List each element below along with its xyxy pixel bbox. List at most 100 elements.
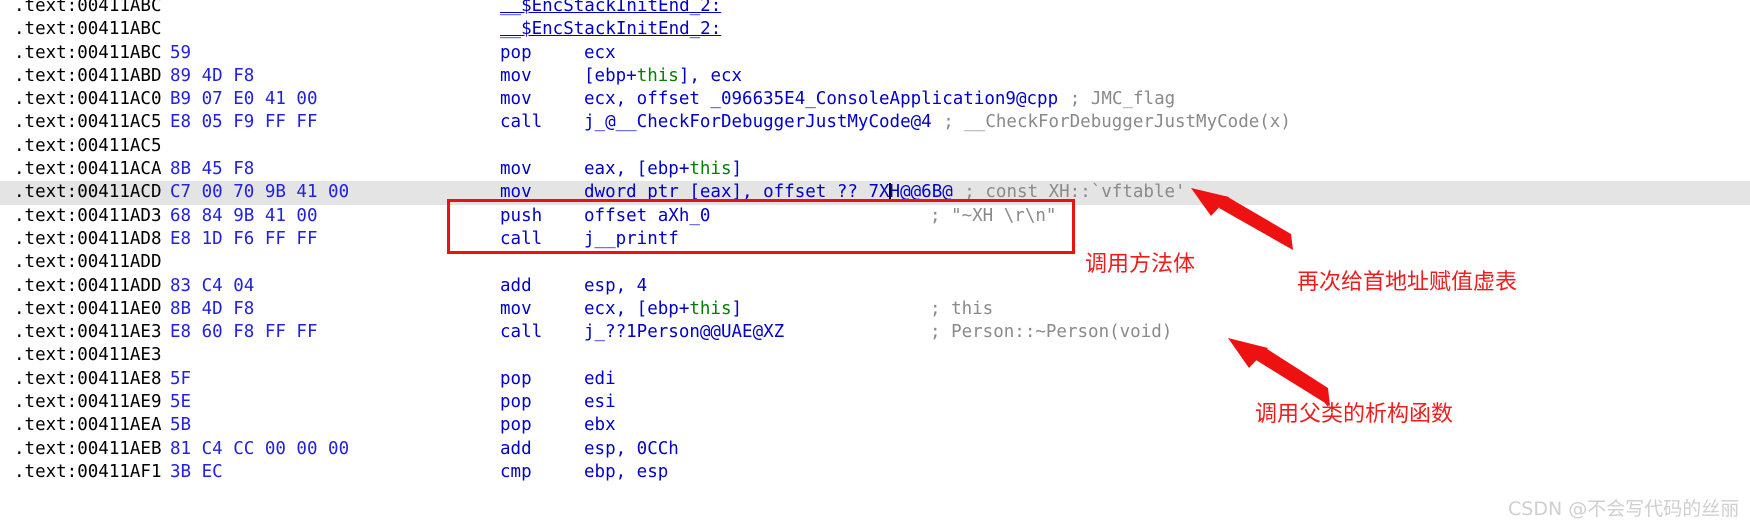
row-address: .text:00411AE0 <box>14 298 162 319</box>
row-bytes: 89 4D F8 <box>170 65 255 86</box>
row-mnemonic: cmp <box>500 461 532 482</box>
row-address: .text:00411AE9 <box>14 392 162 413</box>
row-bytes: 8B 4D F8 <box>170 298 255 319</box>
row-address: .text:00411AC5 <box>14 112 162 133</box>
row-operands[interactable]: j_@__CheckForDebuggerJustMyCode@4 <box>584 111 932 134</box>
disasm-row[interactable]: .text:00411AE8 5F pop edi <box>0 368 1750 391</box>
row-address: .text:00411ABD <box>14 65 162 86</box>
row-operands[interactable]: esi <box>584 391 616 414</box>
row-operands[interactable]: j__printf <box>584 228 679 251</box>
row-comment: ; JMC_flag <box>1069 89 1176 110</box>
row-operands[interactable]: ecx <box>584 42 616 65</box>
disasm-row[interactable]: .text:00411AE0 8B 4D F8 mov ecx, [ebp+this]… <box>0 298 1750 321</box>
row-comment: ; const XH::`vftable' <box>964 182 1186 203</box>
row-address: .text:00411AC5 <box>14 135 162 156</box>
row-address: .text:00411AC0 <box>14 89 162 110</box>
row-mnemonic: call <box>500 322 543 343</box>
row-operands[interactable]: eax, [ebp+this] <box>584 158 742 181</box>
disasm-row[interactable]: .text:00411AE3 E8 60 F8 FF FF call j_??1Per… <box>0 321 1750 344</box>
row-bytes: 5F <box>170 368 192 389</box>
row-operands[interactable]: ecx, offset _096635E4_ConsoleApplication… <box>584 88 1058 111</box>
row-address: .text:00411ACD <box>14 182 162 203</box>
row-mnemonic: call <box>500 228 543 249</box>
row-address: .text:00411ABC <box>14 42 162 63</box>
row-address: .text:00411ABC <box>14 19 162 40</box>
row-mnemonic: mov <box>500 182 532 203</box>
row-mnemonic: mov <box>500 298 532 319</box>
row-bytes: 81 C4 CC 00 00 00 <box>170 438 350 459</box>
disasm-row[interactable]: .text:00411ABC __$EncStackInitEnd_2: <box>0 0 1750 18</box>
row-bytes: 3B EC <box>170 461 223 482</box>
row-operands[interactable]: dword ptr [eax], offset ??_7XH@@6B@ <box>584 181 953 204</box>
row-operands[interactable]: ecx, [ebp+this] <box>584 298 742 321</box>
row-bytes: E8 05 F9 FF FF <box>170 112 318 133</box>
row-operands[interactable]: ebx <box>584 414 616 437</box>
disasm-row[interactable]: .text:00411ADD 83 C4 04 add esp, 4 <box>0 275 1750 298</box>
row-comment: ; this <box>930 298 994 319</box>
row-address: .text:00411ABC <box>14 0 162 16</box>
disassembly-listing[interactable]: .text:00411ABC __$EncStackInitEnd_2: .text… <box>0 0 1750 531</box>
row-address: .text:00411AD8 <box>14 228 162 249</box>
disasm-row[interactable]: .text:00411AEB 81 C4 CC 00 00 00 add esp, 0… <box>0 438 1750 461</box>
row-label[interactable]: __$EncStackInitEnd_2: <box>500 0 721 18</box>
row-address: .text:00411AF1 <box>14 461 162 482</box>
row-operands[interactable]: j_??1Person@@UAE@XZ <box>584 321 784 344</box>
disasm-row[interactable]: .text:00411AC5 E8 05 F9 FF FF call j_@__Che… <box>0 111 1750 134</box>
row-mnemonic: add <box>500 438 532 459</box>
text-cursor <box>888 183 891 201</box>
disasm-row[interactable]: .text:00411AD8 E8 1D F6 FF FF call j__print… <box>0 228 1750 251</box>
row-address: .text:00411ADD <box>14 275 162 296</box>
row-mnemonic: push <box>500 205 543 226</box>
row-mnemonic: pop <box>500 415 532 436</box>
row-bytes: 5E <box>170 392 192 413</box>
row-bytes: C7 00 70 9B 41 00 <box>170 182 350 203</box>
row-bytes: 68 84 9B 41 00 <box>170 205 318 226</box>
operand-keyword: this <box>689 298 732 319</box>
row-operands[interactable]: esp, 4 <box>584 275 647 298</box>
disasm-row[interactable]: .text:00411AF1 3B EC cmp ebp, esp <box>0 461 1750 484</box>
disasm-row[interactable]: .text:00411AC0 B9 07 E0 41 00 mov ecx, offs… <box>0 88 1750 111</box>
disasm-row[interactable]: .text:00411ABC __$EncStackInitEnd_2: <box>0 18 1750 41</box>
row-operands[interactable]: [ebp+this], ecx <box>584 65 742 88</box>
row-operands[interactable]: offset aXh_0 <box>584 205 710 228</box>
row-operands[interactable]: edi <box>584 368 616 391</box>
row-mnemonic: add <box>500 275 532 296</box>
row-bytes: E8 1D F6 FF FF <box>170 228 318 249</box>
row-mnemonic: mov <box>500 89 532 110</box>
row-label[interactable]: __$EncStackInitEnd_2: <box>500 18 721 41</box>
row-address: .text:00411AE3 <box>14 345 162 366</box>
row-mnemonic: mov <box>500 65 532 86</box>
disasm-row[interactable]: .text:00411ACA 8B 45 F8 mov eax, [ebp+this] <box>0 158 1750 181</box>
disasm-row[interactable]: .text:00411ABC 59 pop ecx <box>0 42 1750 65</box>
row-comment: ; Person::~Person(void) <box>930 322 1173 343</box>
disasm-row[interactable]: .text:00411ACD C7 00 70 9B 41 00 mov dword … <box>0 181 1750 205</box>
row-bytes: 5B <box>170 415 192 436</box>
disasm-row[interactable]: .text:00411ABD 89 4D F8 mov [ebp+this], ecx <box>0 65 1750 88</box>
row-address: .text:00411ACA <box>14 159 162 180</box>
disasm-row[interactable]: .text:00411AEA 5B pop ebx <box>0 414 1750 437</box>
row-address: .text:00411AE3 <box>14 322 162 343</box>
row-mnemonic: pop <box>500 368 532 389</box>
row-comment: ; __CheckForDebuggerJustMyCode(x) <box>943 112 1291 133</box>
disasm-row[interactable]: .text:00411AC5 <box>0 135 1750 158</box>
row-address: .text:00411AD3 <box>14 205 162 226</box>
operand-keyword: this <box>689 159 732 180</box>
row-address: .text:00411ADD <box>14 252 162 273</box>
row-bytes: 8B 45 F8 <box>170 159 255 180</box>
row-mnemonic: call <box>500 112 543 133</box>
disasm-row[interactable]: .text:00411AE3 <box>0 344 1750 367</box>
disasm-row[interactable]: .text:00411AE9 5E pop esi <box>0 391 1750 414</box>
row-operands[interactable]: ebp, esp <box>584 461 668 484</box>
row-bytes: 83 C4 04 <box>170 275 255 296</box>
row-mnemonic: pop <box>500 392 532 413</box>
row-bytes: E8 60 F8 FF FF <box>170 322 318 343</box>
disasm-row[interactable]: .text:00411ADD <box>0 251 1750 274</box>
operand-keyword: this <box>636 65 679 86</box>
row-operands[interactable]: esp, 0CCh <box>584 438 679 461</box>
disasm-row[interactable]: .text:00411AD3 68 84 9B 41 00 push offset a… <box>0 205 1750 228</box>
row-bytes: 59 <box>170 42 192 63</box>
row-comment: ; "~XH \r\n" <box>930 205 1057 226</box>
row-address: .text:00411AEA <box>14 415 162 436</box>
row-mnemonic: mov <box>500 159 532 180</box>
row-address: .text:00411AEB <box>14 438 162 459</box>
